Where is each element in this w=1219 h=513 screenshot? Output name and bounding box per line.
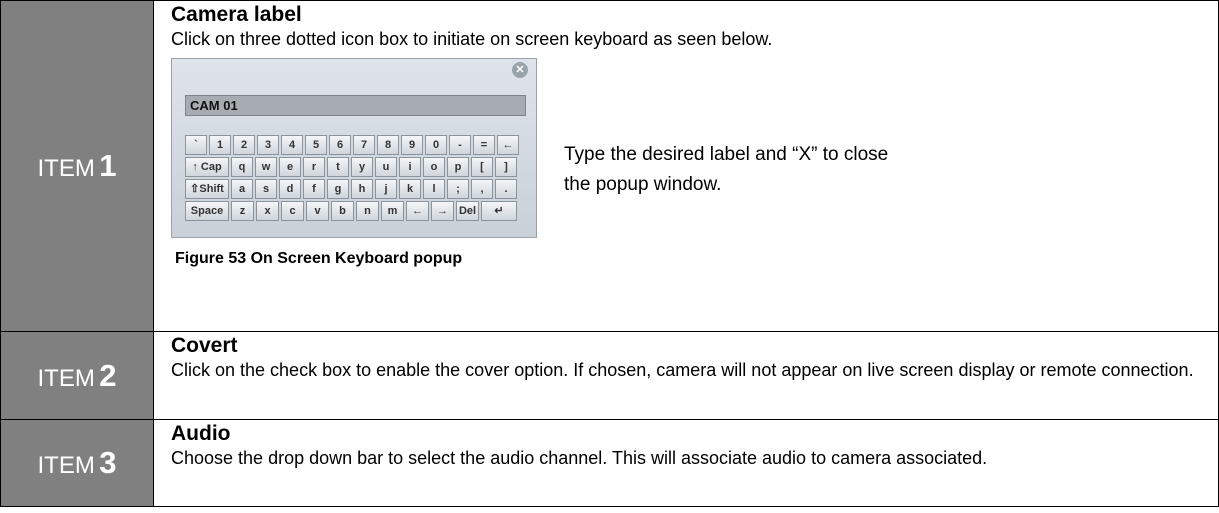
keyboard-key[interactable]: Del: [456, 201, 479, 221]
keyboard-key[interactable]: o: [423, 157, 445, 177]
keyboard-key[interactable]: 1: [209, 135, 231, 155]
keyboard-key[interactable]: 0: [425, 135, 447, 155]
keyboard-key[interactable]: p: [447, 157, 469, 177]
keyboard-key[interactable]: d: [279, 179, 301, 199]
keyboard-key[interactable]: w: [255, 157, 277, 177]
item-heading: Audio: [171, 422, 231, 445]
keyboard-key[interactable]: ⇧Shift: [185, 179, 229, 199]
keyboard-key[interactable]: 4: [281, 135, 303, 155]
keyboard-key[interactable]: [: [471, 157, 493, 177]
item-2-label-cell: ITEM 2: [0, 331, 154, 420]
keyboard-key[interactable]: →: [431, 201, 454, 221]
keyboard-key[interactable]: 9: [401, 135, 423, 155]
item-row-1: ITEM 1 Camera label Click on three dotte…: [0, 0, 1219, 332]
item-description: Click on three dotted icon box to initia…: [171, 29, 773, 49]
item-heading: Camera label: [171, 3, 302, 26]
keyboard-keys: ` 1 2 3 4 5 6 7 8 9 0- = ← ↑ Cap q w e r t y u i o p[] ⇧Shift a s d…: [185, 135, 526, 223]
figure-caption: Figure 53 On Screen Keyboard popup: [175, 250, 463, 267]
item-description: Click on the check box to enable the cov…: [171, 360, 1194, 380]
keyboard-key[interactable]: Space: [185, 201, 229, 221]
item-heading: Covert: [171, 334, 238, 357]
keyboard-key[interactable]: c: [281, 201, 304, 221]
item-table: ITEM 1 Camera label Click on three dotte…: [0, 0, 1219, 507]
item-label: ITEM: [37, 452, 95, 479]
keyboard-key[interactable]: .: [495, 179, 517, 199]
item-description: Choose the drop down bar to select the a…: [171, 448, 988, 468]
keyboard-key[interactable]: =: [473, 135, 495, 155]
keyboard-key[interactable]: 2: [233, 135, 255, 155]
keyboard-key[interactable]: x: [256, 201, 279, 221]
keyboard-key[interactable]: 8: [377, 135, 399, 155]
keyboard-row: ↑ Cap q w e r t y u i o p[]: [185, 157, 526, 177]
item-number: 3: [99, 445, 117, 480]
keyboard-key[interactable]: s: [255, 179, 277, 199]
item-1-label-cell: ITEM 1: [0, 0, 154, 332]
keyboard-key[interactable]: 5: [305, 135, 327, 155]
item-1-content: Camera label Click on three dotted icon …: [153, 0, 1219, 332]
keyboard-key[interactable]: j: [375, 179, 397, 199]
keyboard-key[interactable]: a: [231, 179, 253, 199]
keyboard-row: Space z x c v b n m ← → Del ↵: [185, 201, 526, 221]
item-2-content: Covert Click on the check box to enable …: [153, 331, 1219, 420]
item-row-2: ITEM 2 Covert Click on the check box to …: [0, 331, 1219, 420]
item-label: ITEM: [37, 155, 95, 182]
keyboard-key[interactable]: ←: [497, 135, 519, 155]
item-3-label-cell: ITEM 3: [0, 419, 154, 507]
keyboard-key[interactable]: t: [327, 157, 349, 177]
keyboard-key[interactable]: -: [449, 135, 471, 155]
item-3-content: Audio Choose the drop down bar to select…: [153, 419, 1219, 507]
keyboard-key[interactable]: b: [331, 201, 354, 221]
keyboard-key[interactable]: ←: [406, 201, 429, 221]
keyboard-row: ` 1 2 3 4 5 6 7 8 9 0- = ←: [185, 135, 526, 155]
keyboard-key[interactable]: i: [399, 157, 421, 177]
keyboard-key[interactable]: y: [351, 157, 373, 177]
keyboard-key[interactable]: 6: [329, 135, 351, 155]
keyboard-key[interactable]: n: [356, 201, 379, 221]
keyboard-key[interactable]: `: [185, 135, 207, 155]
keyboard-row: ⇧Shift a s d f g h j k l;,.: [185, 179, 526, 199]
keyboard-key[interactable]: ↑ Cap: [185, 157, 229, 177]
on-screen-keyboard-popup: ✕ CAM 01 ` 1 2 3 4 5 6 7 8 9 0- = ← ↑ Cap q w e r t y u i o p[]…: [171, 58, 537, 238]
keyboard-key[interactable]: h: [351, 179, 373, 199]
keyboard-key[interactable]: u: [375, 157, 397, 177]
keyboard-key[interactable]: g: [327, 179, 349, 199]
keyboard-key[interactable]: z: [231, 201, 254, 221]
instruction-text: Type the desired label and “X” to close …: [564, 144, 889, 195]
keyboard-key[interactable]: 3: [257, 135, 279, 155]
keyboard-key[interactable]: k: [399, 179, 421, 199]
keyboard-key[interactable]: m: [381, 201, 404, 221]
item-number: 2: [99, 357, 117, 393]
keyboard-key[interactable]: q: [231, 157, 253, 177]
keyboard-key[interactable]: r: [303, 157, 325, 177]
keyboard-key[interactable]: ↵: [481, 201, 517, 221]
item-number: 1: [99, 148, 117, 183]
keyboard-key[interactable]: l: [423, 179, 445, 199]
keyboard-key[interactable]: ]: [495, 157, 517, 177]
keyboard-key[interactable]: ,: [471, 179, 493, 199]
keyboard-key[interactable]: v: [306, 201, 329, 221]
keyboard-key[interactable]: 7: [353, 135, 375, 155]
keyboard-key[interactable]: f: [303, 179, 325, 199]
keyboard-key[interactable]: e: [279, 157, 301, 177]
close-icon[interactable]: ✕: [512, 62, 528, 78]
label-input-field[interactable]: CAM 01: [185, 95, 526, 116]
item-label: ITEM: [37, 364, 95, 392]
keyboard-key[interactable]: ;: [447, 179, 469, 199]
item-row-3: ITEM 3 Audio Choose the drop down bar to…: [0, 419, 1219, 507]
